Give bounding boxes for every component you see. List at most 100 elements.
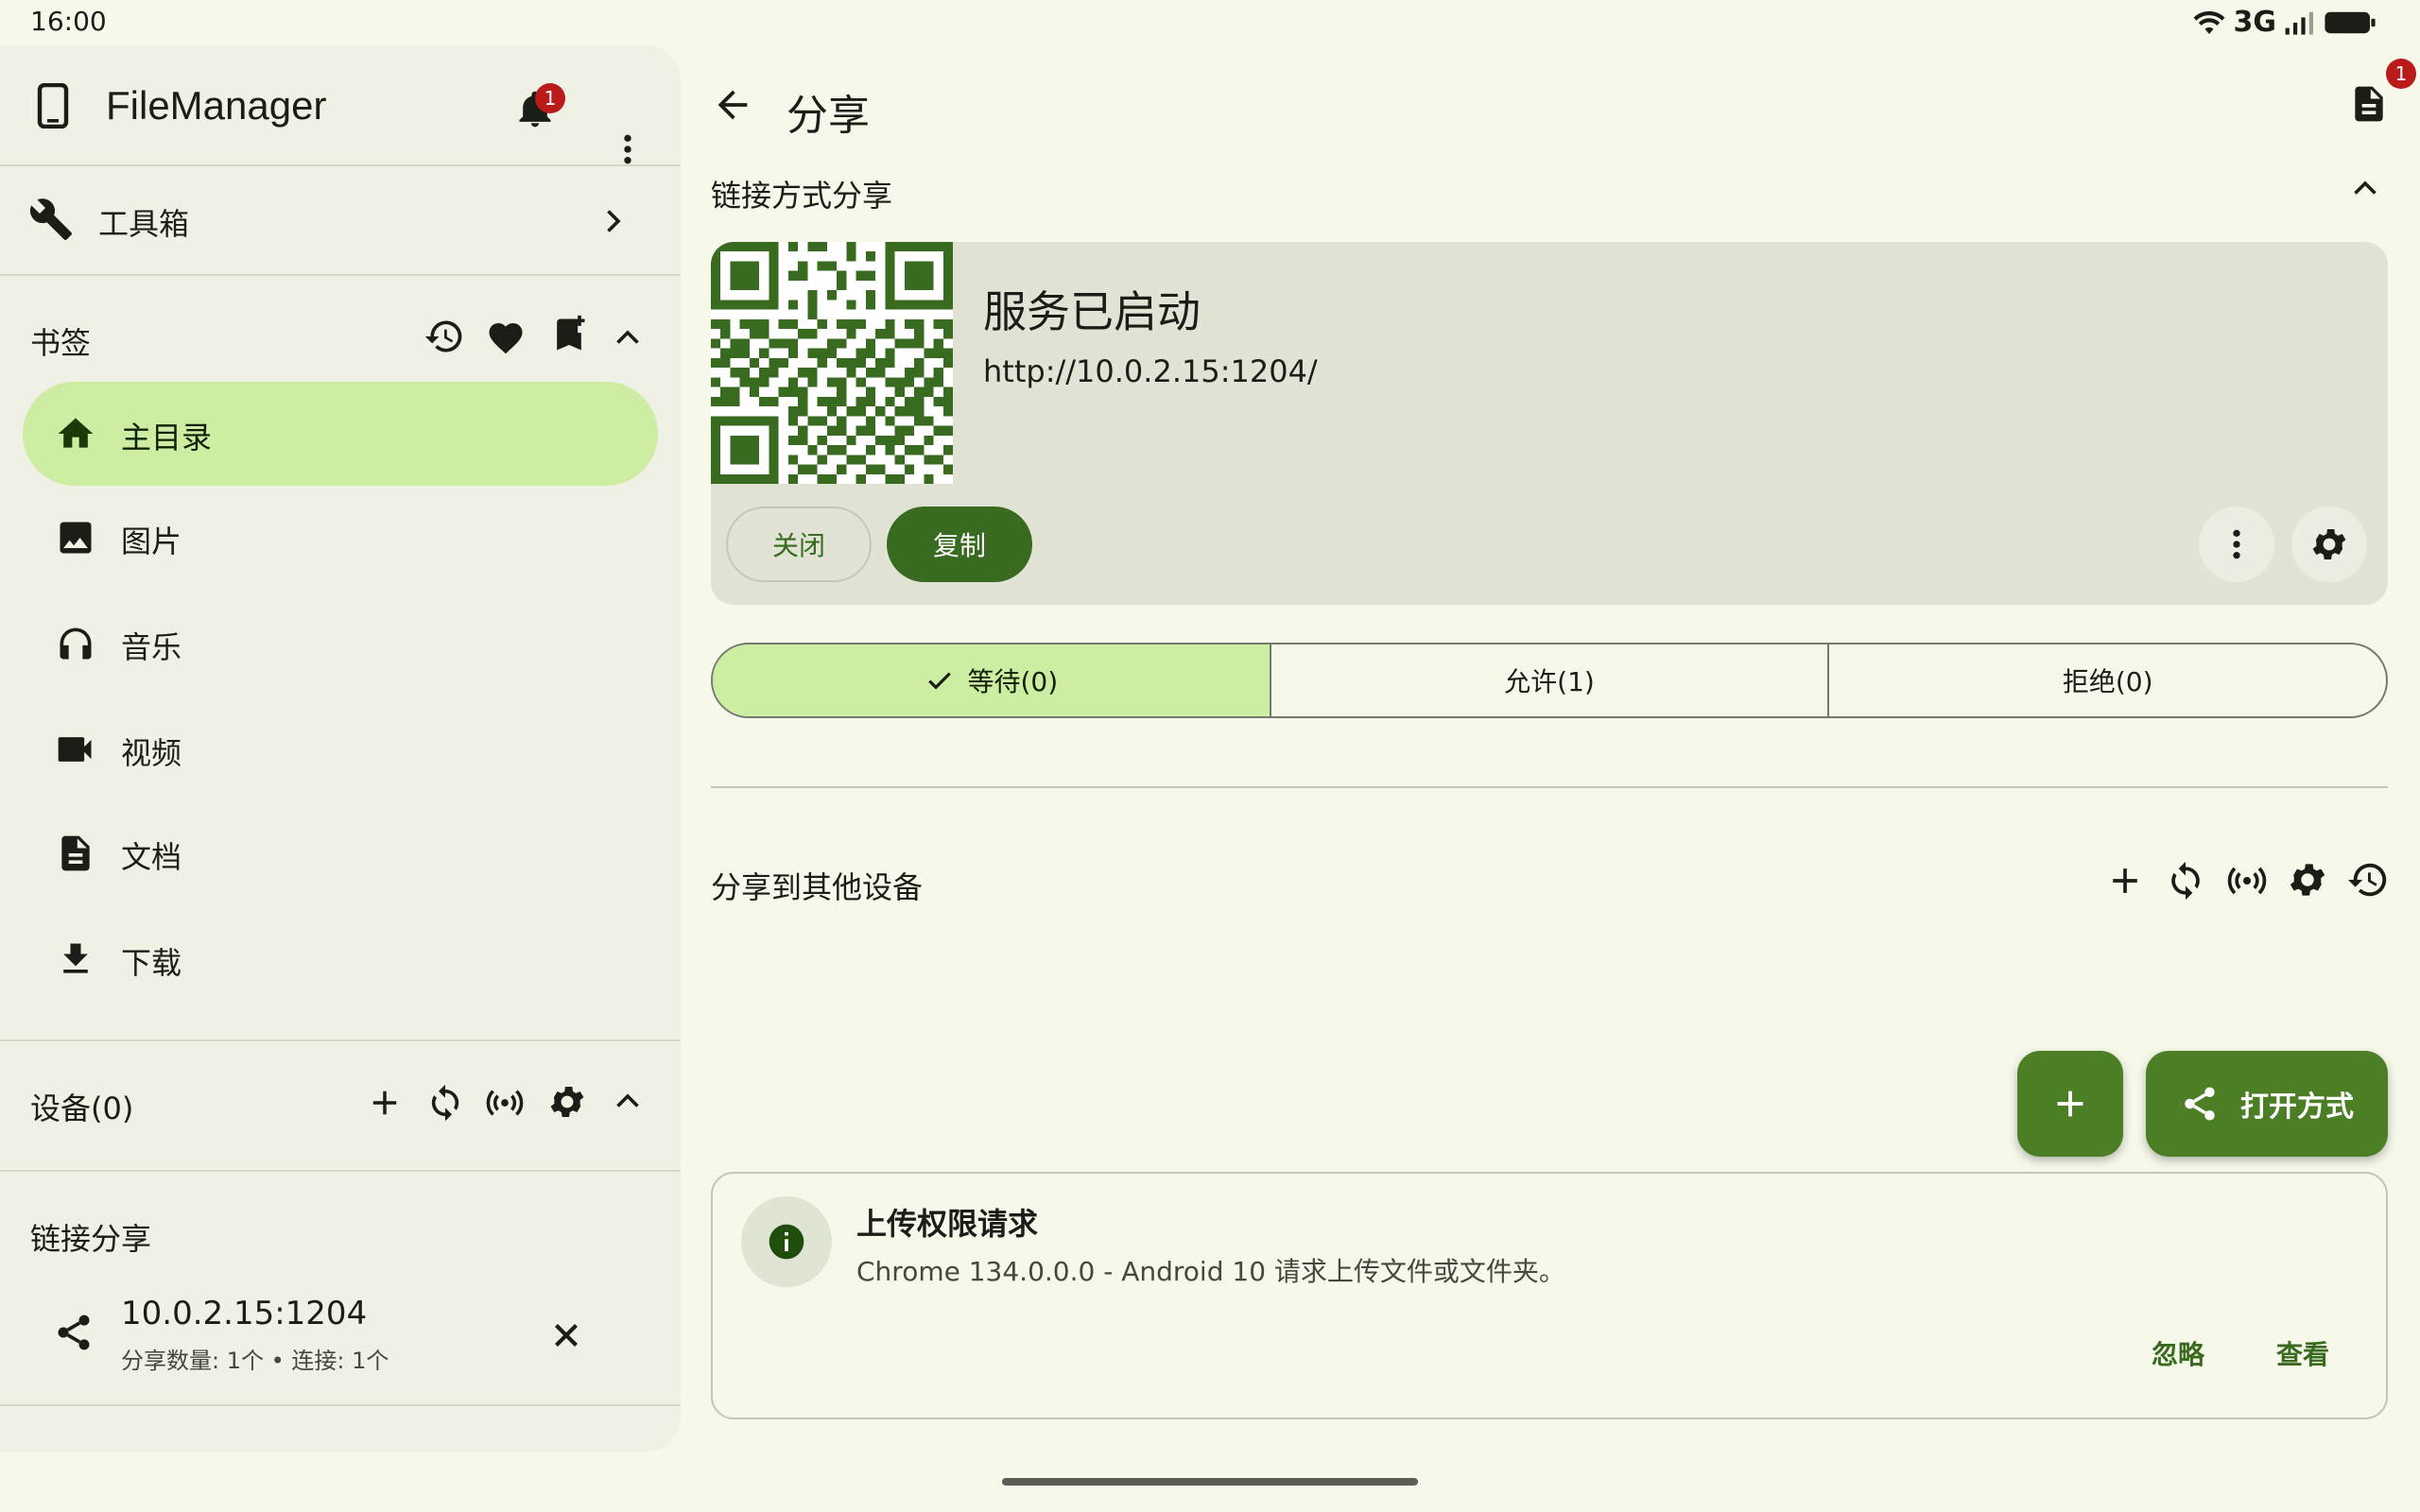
- bookmark-label: 音乐: [121, 629, 182, 665]
- check-icon: [927, 672, 951, 690]
- notice-title: 上传权限请求: [856, 1206, 1039, 1242]
- bookmark-item-music[interactable]: 音乐: [23, 592, 658, 696]
- history-icon[interactable]: [2346, 858, 2390, 902]
- more-options-button[interactable]: [2199, 507, 2274, 582]
- page-title: 分享: [786, 92, 870, 140]
- open-with-fab[interactable]: 打开方式: [2146, 1051, 2388, 1157]
- settings-icon: [2312, 529, 2346, 559]
- back-arrow-icon[interactable]: [711, 83, 754, 127]
- divider: [711, 786, 2388, 788]
- settings-icon[interactable]: [546, 1081, 588, 1123]
- sync-icon[interactable]: [2165, 860, 2206, 902]
- service-url[interactable]: http://10.0.2.15:1204/: [983, 353, 1318, 389]
- share-icon: [58, 1314, 90, 1350]
- request-filter-segments: 等待(0) 允许(1) 拒绝(0): [711, 643, 2388, 718]
- segment-label: 允许(1): [1504, 666, 1595, 697]
- devices-label: 设备(0): [30, 1091, 134, 1126]
- chevron-right-icon: [607, 210, 621, 232]
- notice-message: Chrome 134.0.0.0 - Android 10 请求上传文件或文件夹…: [856, 1256, 1565, 1287]
- toolbox-label: 工具箱: [98, 206, 190, 242]
- link-section-title: 链接方式分享: [711, 178, 893, 214]
- status-time: 16:00: [30, 6, 107, 37]
- share-details: 分享数量: 1个 • 连接: 1个: [121, 1348, 389, 1374]
- broadcast-icon[interactable]: [484, 1083, 526, 1123]
- copy-url-button[interactable]: 复制: [887, 507, 1032, 582]
- bookmark-item-documents[interactable]: 文档: [23, 801, 658, 905]
- settings-icon[interactable]: [2286, 858, 2329, 902]
- qr-code: [711, 242, 953, 484]
- add-icon[interactable]: [365, 1083, 405, 1123]
- service-settings-button[interactable]: [2291, 507, 2367, 582]
- share-icon: [2185, 1087, 2215, 1121]
- service-card: 服务已启动 http://10.0.2.15:1204/ 关闭 复制: [711, 242, 2388, 605]
- navigation-drawer: FileManager 1 工具箱 书签 主目录 图片 音乐 视频 文档 下载 …: [0, 45, 681, 1452]
- other-devices-title: 分享到其他设备: [711, 869, 924, 905]
- divider: [0, 1170, 681, 1172]
- more-vert-icon[interactable]: [609, 130, 647, 168]
- bookmark-item-pictures[interactable]: 图片: [23, 486, 658, 590]
- image-icon: [60, 522, 92, 554]
- phone-icon: [37, 83, 69, 129]
- close-icon[interactable]: [546, 1315, 586, 1355]
- sync-icon[interactable]: [425, 1083, 465, 1123]
- app-title: FileManager: [106, 83, 327, 128]
- document-icon: [2355, 86, 2383, 122]
- video-icon: [58, 737, 92, 762]
- broadcast-icon[interactable]: [2225, 860, 2269, 902]
- wrench-icon: [29, 198, 72, 240]
- signal-icon: [2285, 11, 2313, 35]
- notification-badge: 1: [535, 83, 565, 113]
- view-button[interactable]: 查看: [2276, 1334, 2329, 1372]
- bookmark-label: 下载: [121, 945, 182, 981]
- segment-label: 等待(0): [967, 666, 1059, 697]
- chevron-up-icon[interactable]: [611, 321, 645, 355]
- link-share-label: 链接分享: [30, 1221, 152, 1257]
- log-badge: 1: [2386, 59, 2416, 89]
- home-indicator[interactable]: [1002, 1478, 1418, 1486]
- info-icon: [769, 1224, 804, 1260]
- document-icon: [61, 835, 90, 871]
- add-fab[interactable]: [2017, 1051, 2123, 1157]
- bookmark-label: 主目录: [121, 420, 213, 455]
- toolbox-row[interactable]: 工具箱: [0, 166, 681, 272]
- bookmark-add-icon[interactable]: [548, 314, 590, 355]
- add-icon: [2057, 1091, 2083, 1117]
- add-icon[interactable]: [2104, 860, 2146, 902]
- upload-permission-card: 上传权限请求 Chrome 134.0.0.0 - Android 10 请求上…: [711, 1172, 2388, 1419]
- heart-icon[interactable]: [486, 318, 526, 355]
- bookmark-label: 文档: [121, 839, 182, 875]
- more-vert-icon: [2233, 529, 2240, 559]
- network-type: 3G: [2233, 6, 2277, 39]
- chevron-up-icon[interactable]: [2348, 172, 2382, 206]
- segment-waiting[interactable]: 等待(0): [713, 644, 1271, 716]
- notice-avatar: [741, 1196, 832, 1287]
- divider: [0, 274, 681, 276]
- wifi-icon: [2193, 10, 2224, 34]
- segment-allowed[interactable]: 允许(1): [1271, 644, 1830, 716]
- close-service-button[interactable]: 关闭: [726, 507, 872, 582]
- link-share-item[interactable]: 10.0.2.15:1204 分享数量: 1个 • 连接: 1个: [0, 1280, 681, 1400]
- bookmarks-label: 书签: [30, 325, 92, 361]
- divider: [0, 1040, 681, 1041]
- chevron-up-icon[interactable]: [611, 1085, 645, 1119]
- history-icon[interactable]: [424, 316, 465, 357]
- headphones-icon: [60, 627, 92, 660]
- status-icons: 3G: [2192, 6, 2377, 39]
- battery-icon: [2325, 11, 2376, 33]
- bookmark-label: 图片: [121, 524, 182, 559]
- service-status: 服务已启动: [983, 286, 1201, 337]
- bookmark-label: 视频: [121, 735, 182, 771]
- log-button[interactable]: 1: [2341, 59, 2416, 134]
- drawer-header: FileManager 1: [0, 45, 681, 166]
- segment-rejected[interactable]: 拒绝(0): [1829, 644, 2386, 716]
- notifications-button[interactable]: 1: [510, 83, 565, 136]
- ignore-button[interactable]: 忽略: [2152, 1334, 2204, 1372]
- bookmark-item-downloads[interactable]: 下载: [23, 907, 658, 1011]
- bookmark-item-home[interactable]: 主目录: [23, 382, 658, 486]
- open-with-label: 打开方式: [2240, 1091, 2354, 1124]
- download-icon: [63, 943, 88, 973]
- home-icon: [58, 418, 94, 448]
- segment-label: 拒绝(0): [2062, 666, 2153, 697]
- share-address: 10.0.2.15:1204: [121, 1295, 368, 1332]
- bookmark-item-video[interactable]: 视频: [23, 697, 658, 801]
